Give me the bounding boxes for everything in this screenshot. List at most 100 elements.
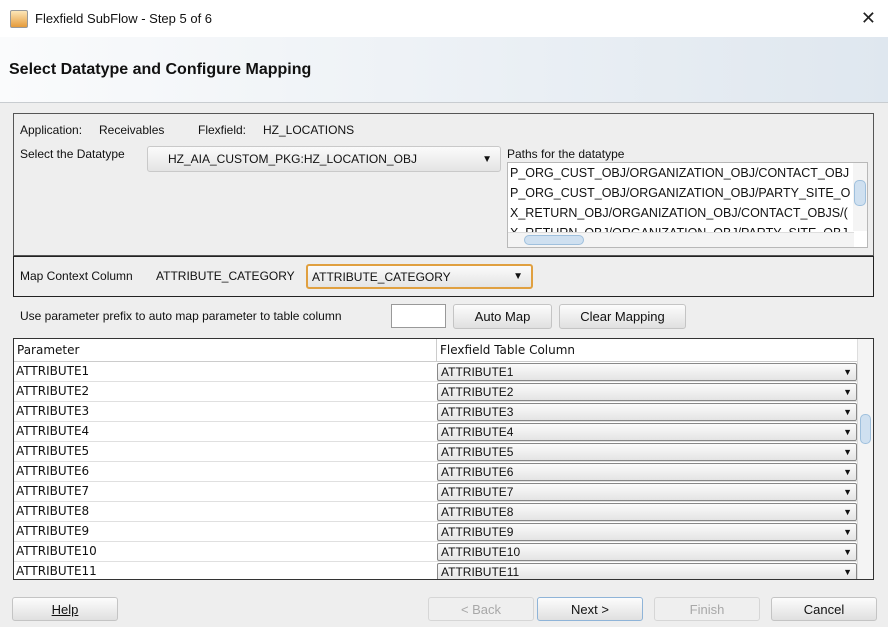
column-cell: ATTRIBUTE10 ▼: [437, 542, 857, 561]
mapping-table: Parameter Flexfield Table Column ATTRIBU…: [13, 338, 874, 580]
column-select[interactable]: ATTRIBUTE9 ▼: [437, 523, 857, 541]
finish-button[interactable]: Finish: [654, 597, 760, 621]
context-value: ATTRIBUTE_CATEGORY: [312, 269, 451, 284]
parameter-cell: ATTRIBUTE8: [16, 504, 90, 518]
column-select[interactable]: ATTRIBUTE11 ▼: [437, 563, 857, 579]
datatype-select[interactable]: HZ_AIA_CUSTOM_PKG:HZ_LOCATION_OBJ ▼: [147, 146, 501, 172]
column-cell: ATTRIBUTE3 ▼: [437, 402, 857, 421]
cancel-button[interactable]: Cancel: [771, 597, 877, 621]
column-value: ATTRIBUTE7: [441, 485, 514, 499]
parameter-cell: ATTRIBUTE3: [16, 404, 90, 418]
context-select[interactable]: ATTRIBUTE_CATEGORY ▼: [306, 264, 533, 289]
column-select[interactable]: ATTRIBUTE5 ▼: [437, 443, 857, 461]
column-header-flexfield[interactable]: Flexfield Table Column: [437, 339, 857, 361]
column-value: ATTRIBUTE2: [441, 385, 514, 399]
parameter-cell: ATTRIBUTE11: [16, 564, 97, 578]
application-label: Application:: [20, 123, 83, 137]
page-title: Select Datatype and Configure Mapping: [9, 61, 312, 78]
column-value: ATTRIBUTE8: [441, 505, 514, 519]
parameter-cell: ATTRIBUTE10: [16, 544, 97, 558]
table-row[interactable]: ATTRIBUTE2 ATTRIBUTE2 ▼: [14, 382, 873, 402]
auto-map-button[interactable]: Auto Map: [453, 304, 552, 329]
column-select[interactable]: ATTRIBUTE6 ▼: [437, 463, 857, 481]
column-value: ATTRIBUTE1: [441, 365, 514, 379]
application-value: Receivables: [99, 123, 165, 137]
horizontal-scrollbar[interactable]: [508, 232, 854, 247]
chevron-down-icon: ▼: [513, 271, 523, 282]
title-bar: Flexfield SubFlow - Step 5 of 6: [0, 0, 888, 37]
flexfield-label: Flexfield:: [198, 123, 247, 137]
table-row[interactable]: ATTRIBUTE5 ATTRIBUTE5 ▼: [14, 442, 873, 462]
chevron-down-icon: ▼: [843, 367, 852, 377]
parameter-cell: ATTRIBUTE2: [16, 384, 90, 398]
chevron-down-icon: ▼: [843, 507, 852, 517]
paths-label: Paths for the datatype: [507, 147, 625, 161]
vertical-scrollbar[interactable]: [853, 163, 867, 231]
parameter-cell: ATTRIBUTE4: [16, 424, 90, 438]
table-row[interactable]: ATTRIBUTE7 ATTRIBUTE7 ▼: [14, 482, 873, 502]
column-cell: ATTRIBUTE11 ▼: [437, 562, 857, 579]
table-row[interactable]: ATTRIBUTE6 ATTRIBUTE6 ▼: [14, 462, 873, 482]
clear-mapping-button[interactable]: Clear Mapping: [559, 304, 686, 329]
column-value: ATTRIBUTE9: [441, 525, 514, 539]
column-cell: ATTRIBUTE5 ▼: [437, 442, 857, 461]
column-value: ATTRIBUTE11: [441, 565, 520, 579]
parameter-cell: ATTRIBUTE5: [16, 444, 90, 458]
window-title: Flexfield SubFlow - Step 5 of 6: [35, 11, 213, 26]
chevron-down-icon: ▼: [843, 407, 852, 417]
column-select[interactable]: ATTRIBUTE8 ▼: [437, 503, 857, 521]
parameter-cell: ATTRIBUTE7: [16, 484, 90, 498]
column-header-parameter[interactable]: Parameter: [14, 339, 437, 361]
context-column: ATTRIBUTE_CATEGORY: [156, 269, 295, 283]
column-select[interactable]: ATTRIBUTE10 ▼: [437, 543, 857, 561]
back-button[interactable]: < Back: [428, 597, 534, 621]
automap-label: Use parameter prefix to auto map paramet…: [20, 309, 342, 323]
datatype-value: HZ_AIA_CUSTOM_PKG:HZ_LOCATION_OBJ: [168, 152, 417, 166]
column-select[interactable]: ATTRIBUTE4 ▼: [437, 423, 857, 441]
app-icon: [10, 9, 28, 28]
datatype-label: Select the Datatype: [20, 147, 125, 161]
chevron-down-icon: ▼: [843, 427, 852, 437]
chevron-down-icon: ▼: [482, 153, 492, 165]
table-row[interactable]: ATTRIBUTE1 ATTRIBUTE1 ▼: [14, 362, 873, 382]
column-value: ATTRIBUTE4: [441, 425, 514, 439]
table-row[interactable]: ATTRIBUTE3 ATTRIBUTE3 ▼: [14, 402, 873, 422]
column-cell: ATTRIBUTE6 ▼: [437, 462, 857, 481]
column-select[interactable]: ATTRIBUTE1 ▼: [437, 363, 857, 381]
flexfield-value: HZ_LOCATIONS: [263, 123, 355, 137]
column-value: ATTRIBUTE6: [441, 465, 514, 479]
table-row[interactable]: ATTRIBUTE11 ATTRIBUTE11 ▼: [14, 562, 873, 579]
column-cell: ATTRIBUTE4 ▼: [437, 422, 857, 441]
column-value: ATTRIBUTE3: [441, 405, 514, 419]
close-icon[interactable]: ✕: [861, 8, 876, 29]
chevron-down-icon: ▼: [843, 527, 852, 537]
parameter-cell: ATTRIBUTE6: [16, 464, 90, 478]
list-item[interactable]: P_ORG_CUST_OBJ/ORGANIZATION_OBJ/CONTACT_…: [508, 163, 867, 183]
table-header: Parameter Flexfield Table Column: [14, 339, 873, 362]
column-cell: ATTRIBUTE7 ▼: [437, 482, 857, 501]
column-cell: ATTRIBUTE8 ▼: [437, 502, 857, 521]
chevron-down-icon: ▼: [843, 487, 852, 497]
help-button[interactable]: Help: [12, 597, 118, 621]
column-value: ATTRIBUTE10: [441, 545, 521, 559]
column-select[interactable]: ATTRIBUTE2 ▼: [437, 383, 857, 401]
next-button[interactable]: Next >: [537, 597, 643, 621]
table-scrollbar[interactable]: [857, 339, 873, 579]
column-value: ATTRIBUTE5: [441, 445, 514, 459]
table-row[interactable]: ATTRIBUTE4 ATTRIBUTE4 ▼: [14, 422, 873, 442]
list-item[interactable]: X_RETURN_OBJ/ORGANIZATION_OBJ/CONTACT_OB…: [508, 203, 867, 223]
context-label: Map Context Column: [20, 269, 133, 283]
header-banner: Select Datatype and Configure Mapping: [0, 37, 888, 103]
parameter-cell: ATTRIBUTE9: [16, 524, 90, 538]
prefix-input[interactable]: [391, 304, 446, 328]
column-select[interactable]: ATTRIBUTE7 ▼: [437, 483, 857, 501]
column-select[interactable]: ATTRIBUTE3 ▼: [437, 403, 857, 421]
list-item[interactable]: P_ORG_CUST_OBJ/ORGANIZATION_OBJ/PARTY_SI…: [508, 183, 867, 203]
table-row[interactable]: ATTRIBUTE10 ATTRIBUTE10 ▼: [14, 542, 873, 562]
column-cell: ATTRIBUTE1 ▼: [437, 362, 857, 381]
chevron-down-icon: ▼: [843, 547, 852, 557]
table-row[interactable]: ATTRIBUTE8 ATTRIBUTE8 ▼: [14, 502, 873, 522]
table-row[interactable]: ATTRIBUTE9 ATTRIBUTE9 ▼: [14, 522, 873, 542]
chevron-down-icon: ▼: [843, 387, 852, 397]
column-cell: ATTRIBUTE2 ▼: [437, 382, 857, 401]
